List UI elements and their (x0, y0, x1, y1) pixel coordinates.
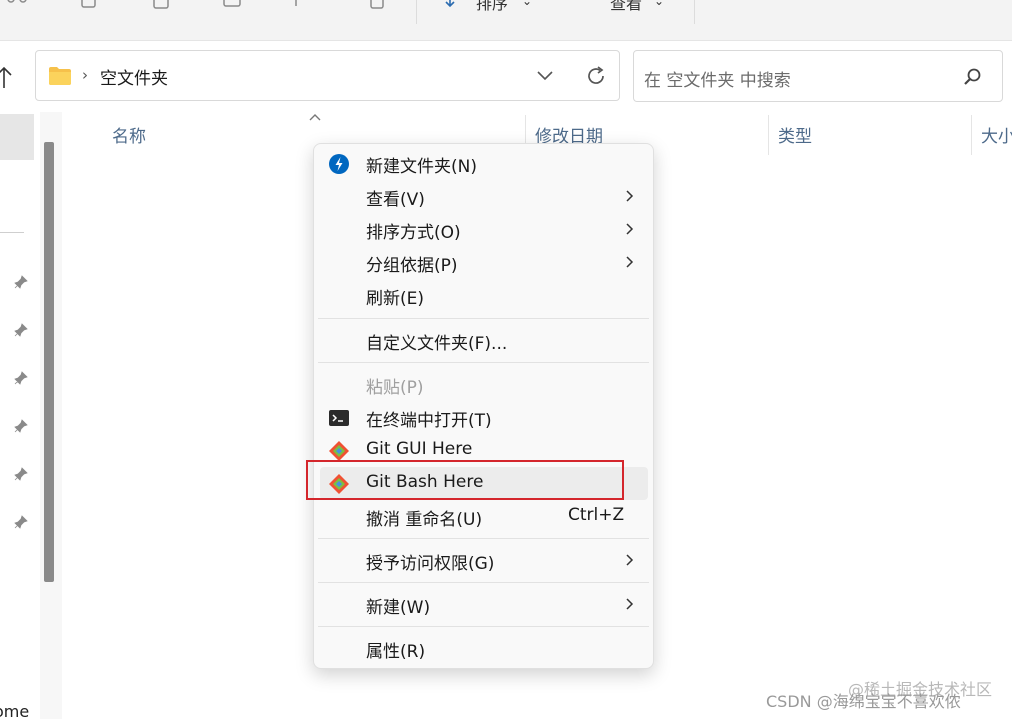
menu-separator (318, 582, 649, 583)
menu-item-label: Git GUI Here (366, 439, 473, 459)
watermark-csdn: CSDN @海绵宝宝不喜欢侬 (766, 692, 961, 711)
menu-item-label: 属性(R) (366, 642, 426, 662)
terminal-icon (329, 410, 349, 426)
column-header-name[interactable]: 名称 (112, 122, 146, 147)
highlight-annotation-box (306, 460, 624, 500)
menu-item-customize-folder[interactable]: 自定义文件夹(F)... (320, 324, 648, 357)
more-options-button[interactable]: ··· (716, 0, 744, 11)
paste-icon[interactable] (150, 0, 172, 10)
menu-item-label: 刷新(E) (366, 289, 425, 309)
view-chevron-icon: ⌄ (654, 0, 665, 8)
menu-separator (318, 362, 649, 363)
menu-separator (318, 538, 649, 539)
share-out-icon[interactable] (292, 0, 314, 10)
submenu-chevron-icon (626, 190, 634, 202)
column-separator[interactable] (971, 115, 972, 155)
up-arrow-icon[interactable] (0, 64, 14, 90)
pin-icon (14, 419, 28, 433)
delete-icon[interactable] (366, 0, 388, 10)
breadcrumb-separator-icon: › (82, 66, 88, 84)
search-box[interactable]: 在 空文件夹 中搜索 (633, 50, 1003, 102)
submenu-chevron-icon (626, 256, 634, 268)
menu-item-label: 排序方式(O) (366, 223, 461, 243)
pin-icon (14, 467, 28, 481)
menu-item-label: 查看(V) (366, 190, 425, 210)
menu-item-undo-rename[interactable]: 撤消 重命名(U) Ctrl+Z (320, 500, 648, 533)
menu-item-refresh[interactable]: 刷新(E) (320, 279, 648, 312)
copy-icon[interactable] (78, 0, 100, 10)
view-icon (574, 0, 596, 10)
pin-icon (14, 515, 28, 529)
menu-item-label: 分组依据(P) (366, 256, 458, 276)
menu-item-label: 在终端中打开(T) (366, 411, 492, 431)
menu-separator (318, 318, 649, 319)
nav-divider (0, 232, 24, 233)
menu-item-shortcut: Ctrl+Z (568, 505, 625, 525)
new-folder-icon (329, 154, 349, 174)
nav-item-home[interactable]: ome (0, 702, 29, 721)
menu-item-label: 自定义文件夹(F)... (366, 334, 508, 354)
menu-item-label: 粘贴(P) (366, 378, 424, 398)
nav-scrollbar-thumb[interactable] (44, 142, 54, 582)
search-placeholder[interactable]: 在 空文件夹 中搜索 (644, 66, 791, 91)
breadcrumb-current[interactable]: 空文件夹 (100, 64, 168, 89)
menu-separator (318, 626, 649, 627)
sort-chevron-icon: ⌄ (522, 0, 533, 8)
menu-item-grant-access[interactable]: 授予访问权限(G) (320, 544, 648, 577)
context-menu: 新建文件夹(N) 查看(V) 排序方式(O) 分组依据(P) 刷新(E) 自定义… (313, 143, 654, 669)
menu-item-sort-by[interactable]: 排序方式(O) (320, 213, 648, 246)
column-separator[interactable] (768, 115, 769, 155)
submenu-chevron-icon (626, 223, 634, 235)
menu-item-new[interactable]: 新建(W) (320, 588, 648, 621)
search-icon[interactable] (962, 67, 982, 87)
menu-item-paste[interactable]: 粘贴(P) (320, 368, 648, 401)
submenu-chevron-icon (626, 598, 634, 610)
menu-item-label: 新建(W) (366, 598, 431, 618)
share-icon[interactable] (6, 0, 28, 10)
sort-icon (445, 0, 455, 8)
pin-icon (14, 371, 28, 385)
navigation-pane (0, 112, 36, 719)
column-header-size[interactable]: 大小 (981, 122, 1012, 147)
menu-item-label: 新建文件夹(N) (366, 157, 477, 177)
command-bar: 排序 ⌄ 查看 ⌄ ··· (0, 0, 1012, 41)
view-button[interactable]: 查看 (610, 0, 642, 14)
column-header-type[interactable]: 类型 (778, 122, 812, 147)
pin-icon (14, 275, 28, 289)
menu-item-new-folder[interactable]: 新建文件夹(N) (320, 147, 648, 180)
address-history-chevron-icon[interactable] (536, 68, 554, 82)
git-icon (329, 441, 349, 461)
menu-item-view[interactable]: 查看(V) (320, 180, 648, 213)
menu-item-open-in-terminal[interactable]: 在终端中打开(T) (320, 401, 648, 434)
folder-icon (49, 67, 71, 85)
menu-item-label: 授予访问权限(G) (366, 554, 495, 574)
pin-icon (14, 323, 28, 337)
menu-item-label: 撤消 重命名(U) (366, 510, 483, 530)
sort-button[interactable]: 排序 (476, 0, 508, 14)
sort-ascending-icon (309, 114, 321, 121)
refresh-icon[interactable] (584, 64, 608, 88)
menu-item-group-by[interactable]: 分组依据(P) (320, 246, 648, 279)
menu-item-properties[interactable]: 属性(R) (320, 632, 648, 665)
rename-icon[interactable] (222, 0, 244, 10)
address-bar[interactable]: › 空文件夹 (35, 50, 620, 101)
nav-selected-item[interactable] (0, 114, 34, 160)
submenu-chevron-icon (626, 554, 634, 566)
